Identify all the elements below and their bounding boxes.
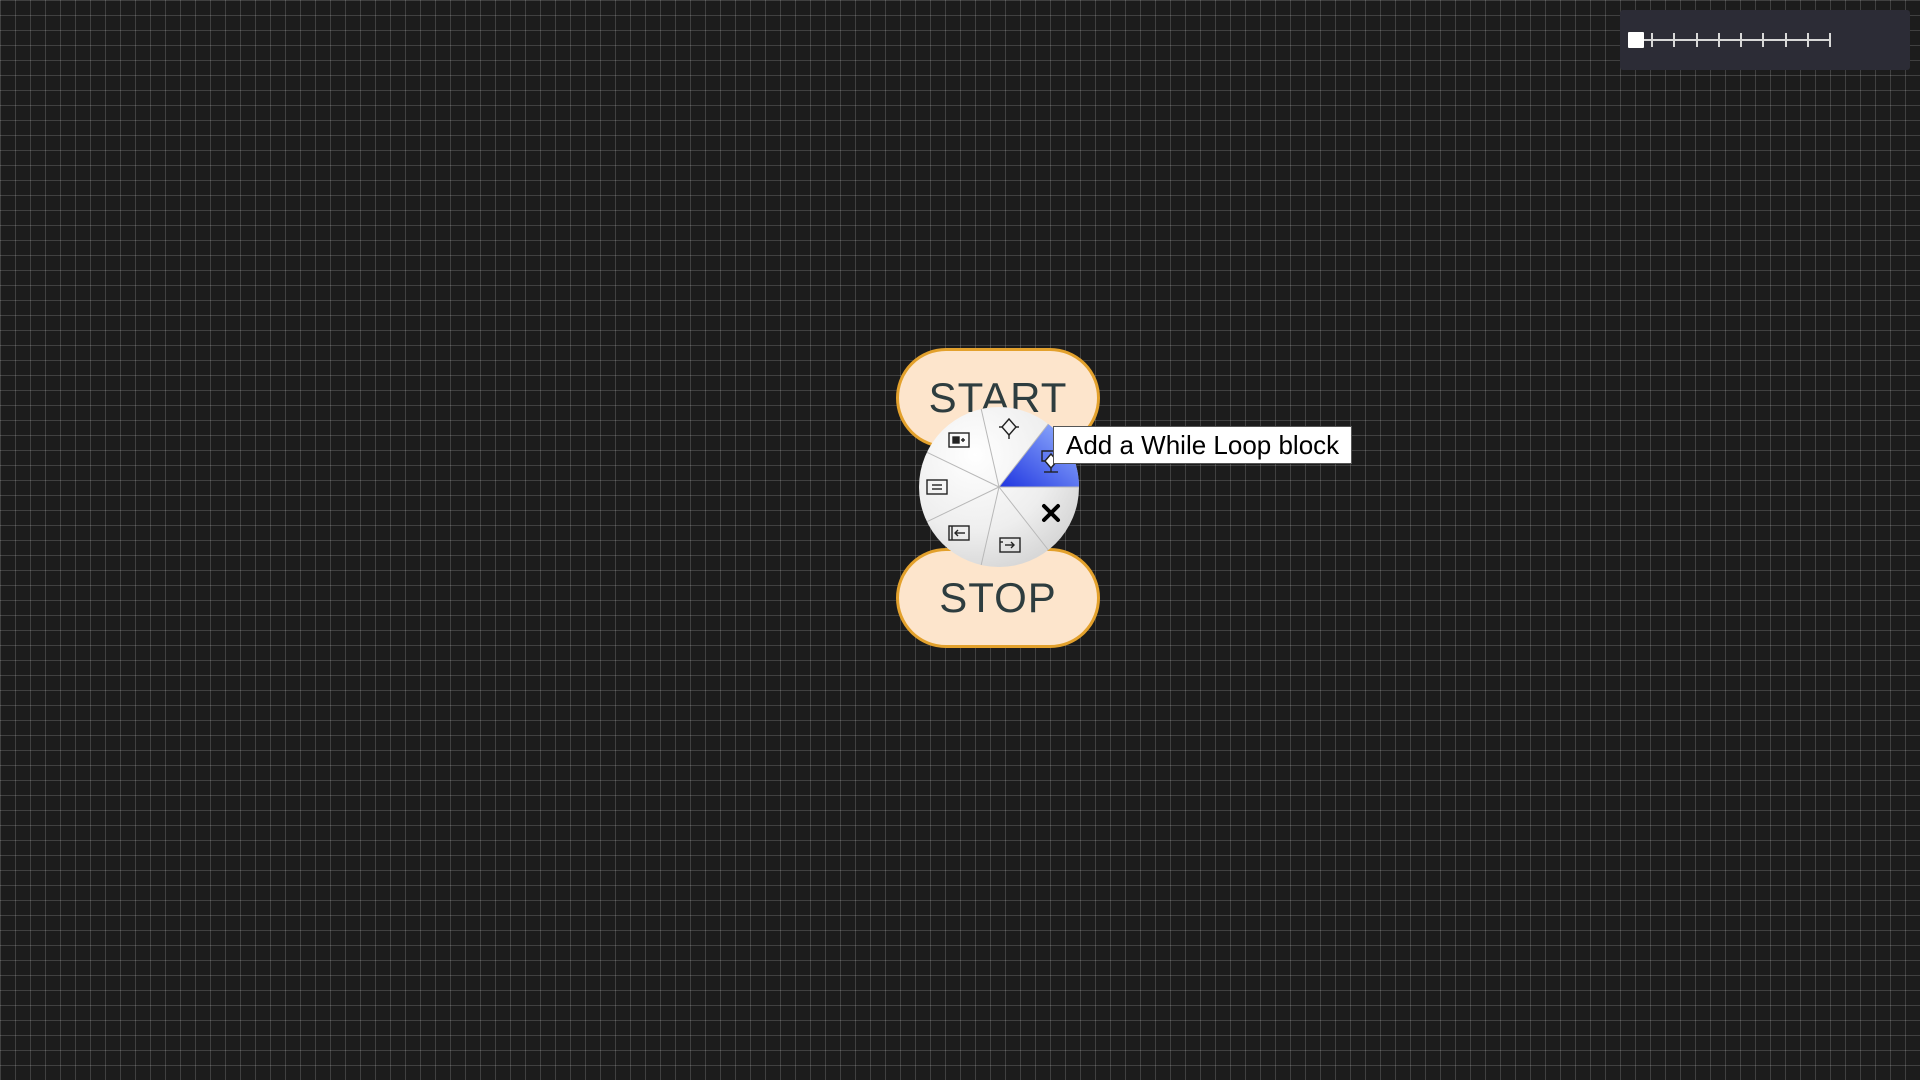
zoom-tick — [1673, 33, 1676, 47]
tooltip: Add a While Loop block — [1053, 426, 1353, 464]
zoom-handle[interactable] — [1628, 32, 1644, 48]
zoom-tick — [1717, 33, 1720, 47]
flowchart-canvas[interactable]: START STOP Add a While Loop block — [0, 0, 1920, 1080]
zoom-tick — [1651, 33, 1654, 47]
zoom-tick — [1806, 33, 1809, 47]
zoom-tick — [1762, 33, 1765, 47]
zoom-panel — [1620, 10, 1910, 70]
stop-label: STOP — [939, 574, 1057, 621]
zoom-tick — [1740, 33, 1743, 47]
zoom-tick — [1829, 33, 1831, 47]
zoom-tick — [1695, 33, 1698, 47]
zoom-tick — [1784, 33, 1787, 47]
zoom-slider[interactable] — [1628, 32, 1831, 48]
